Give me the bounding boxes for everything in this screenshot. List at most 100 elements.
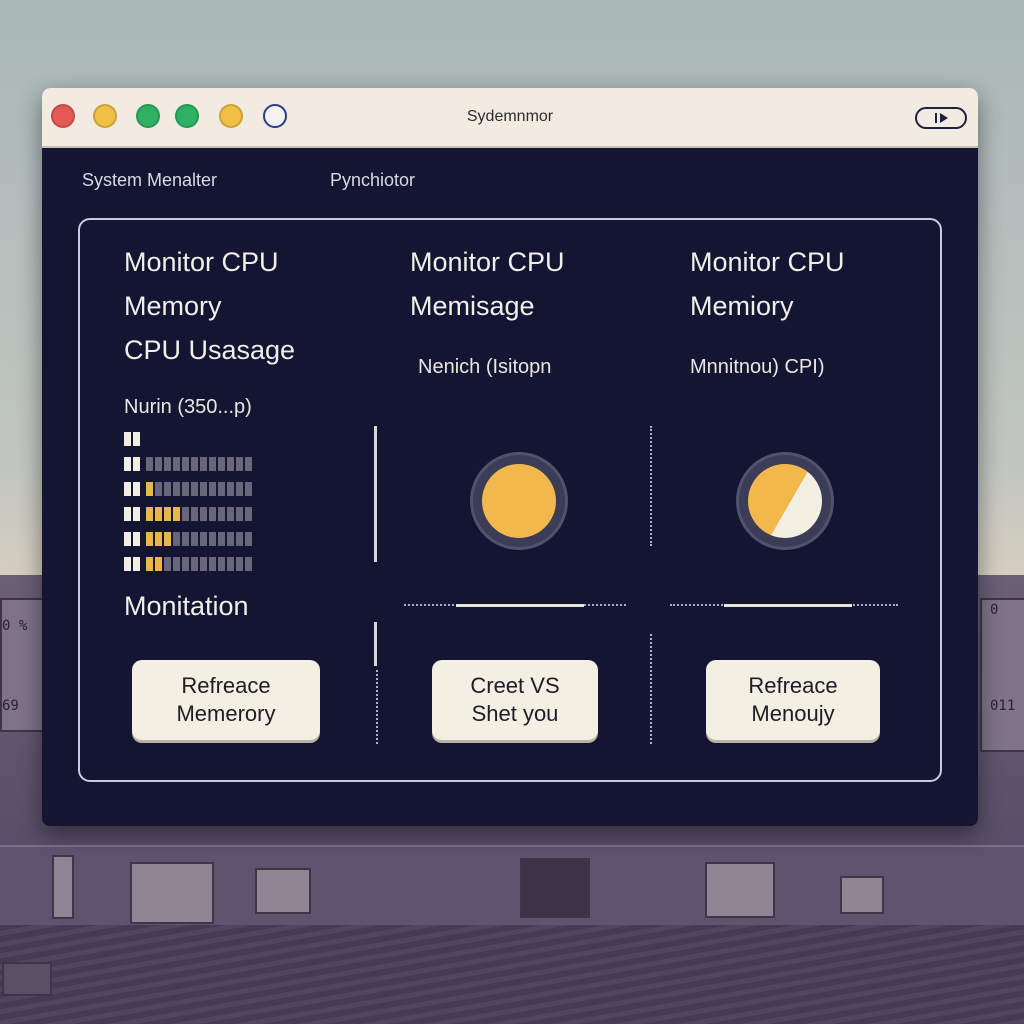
title-bar: Sydemnmor: [42, 88, 978, 148]
grid-cell: [200, 507, 207, 521]
col2-line-1: Monitor CPU: [410, 247, 565, 277]
column-divider: [650, 426, 652, 546]
grid-cell: [209, 507, 216, 521]
grid-cell: [182, 557, 189, 571]
grid-cell: [245, 532, 252, 546]
grid-cell: [133, 457, 140, 471]
grid-cell: [124, 532, 131, 546]
screen-icon[interactable]: [2, 962, 52, 996]
desktop-text: 011: [990, 698, 1016, 714]
grid-cell: [124, 457, 131, 471]
grid-cell: [200, 482, 207, 496]
button-label-line: Shet you: [471, 701, 559, 726]
grid-cell: [124, 557, 131, 571]
window-title: Sydemnmor: [466, 108, 554, 125]
cpu-gauge: [470, 452, 568, 550]
monitor-panel: Monitor CPU Memory CPU Usasage Nurin (35…: [78, 218, 942, 782]
col2-note: Nenich (Isitopn: [418, 356, 552, 378]
create-vs-button[interactable]: Creet VS Shet you: [432, 660, 598, 740]
grid-cell: [133, 432, 140, 446]
menu-item-monitor[interactable]: Pynchiotor: [330, 170, 415, 191]
grid-cell: [146, 457, 153, 471]
desktop-floor: [0, 925, 1024, 1024]
grid-cell: [133, 532, 140, 546]
grid-cell: [227, 482, 234, 496]
grid-cell: [227, 457, 234, 471]
grid-row: [124, 482, 252, 496]
column-divider: [376, 670, 378, 744]
folder-icon[interactable]: [705, 862, 775, 918]
memory-gauge-fill: [748, 464, 822, 538]
taskbar-item[interactable]: [52, 855, 74, 919]
grid-cell: [245, 507, 252, 521]
grid-cell: [133, 482, 140, 496]
grid-cell: [191, 557, 198, 571]
desktop-text: 69: [2, 698, 19, 714]
grid-cell: [218, 457, 225, 471]
grid-cell: [124, 432, 131, 446]
grid-cell: [218, 532, 225, 546]
grid-cell: [164, 482, 171, 496]
grid-cell: [146, 507, 153, 521]
col1-line-2: Memory: [124, 291, 222, 321]
grid-cell: [124, 482, 131, 496]
usage-track-fill: [456, 604, 584, 607]
grid-cell: [227, 532, 234, 546]
grid-cell: [218, 507, 225, 521]
grid-cell: [218, 482, 225, 496]
grid-cell: [236, 457, 243, 471]
play-pause-button[interactable]: [915, 107, 967, 129]
grid-cell: [236, 557, 243, 571]
drive-icon[interactable]: [255, 868, 311, 914]
cpu-gauge-fill: [482, 464, 556, 538]
grid-cell: [236, 532, 243, 546]
grid-cell: [173, 557, 180, 571]
desktop-side-panel-right: [980, 598, 1024, 752]
button-label-line: Memerory: [176, 701, 276, 726]
grid-cell: [191, 482, 198, 496]
column-divider: [650, 634, 652, 744]
col3-line-1: Monitor CPU: [690, 247, 845, 277]
grid-cell: [209, 557, 216, 571]
grid-row: [124, 557, 252, 571]
pause-bar-icon: [934, 113, 937, 123]
grid-cell: [200, 532, 207, 546]
grid-cell: [173, 532, 180, 546]
col3-note: Mnnitnou) CPI): [690, 356, 825, 378]
grid-cell: [124, 507, 131, 521]
grid-cell: [182, 507, 189, 521]
grid-cell: [164, 457, 171, 471]
col1-line-1: Monitor CPU: [124, 247, 279, 277]
menu-item-system[interactable]: System Menalter: [82, 170, 217, 191]
grid-cell: [209, 457, 216, 471]
col2-line-2: Memisage: [410, 291, 535, 321]
grid-cell: [182, 532, 189, 546]
grid-cell: [200, 457, 207, 471]
button-label-line: Refreace: [181, 673, 271, 698]
grid-row: [124, 532, 252, 546]
grid-cell: [191, 532, 198, 546]
folder-icon[interactable]: [840, 876, 884, 914]
folder-icon[interactable]: [130, 862, 214, 924]
grid-cell: [173, 507, 180, 521]
grid-cell: [182, 482, 189, 496]
grid-cell: [164, 532, 171, 546]
grid-cell: [155, 532, 162, 546]
refresh-memory-button[interactable]: Refreace Memerory: [132, 660, 320, 740]
col3-line-2: Memiory: [690, 291, 794, 321]
grid-cell: [155, 557, 162, 571]
window-thumbnail-icon[interactable]: [520, 858, 590, 918]
button-label-line: Menoujy: [751, 701, 835, 726]
grid-cell: [173, 457, 180, 471]
grid-cell: [245, 457, 252, 471]
grid-cell: [209, 482, 216, 496]
grid-cell: [209, 532, 216, 546]
refresh-memory-button-2[interactable]: Refreace Menoujy: [706, 660, 880, 740]
grid-cell: [236, 482, 243, 496]
grid-cell: [236, 507, 243, 521]
grid-cell: [146, 557, 153, 571]
col1-label: Monitation: [124, 591, 249, 621]
desktop-text: 0: [990, 602, 999, 618]
usage-track-fill: [724, 604, 852, 607]
grid-cell: [133, 557, 140, 571]
